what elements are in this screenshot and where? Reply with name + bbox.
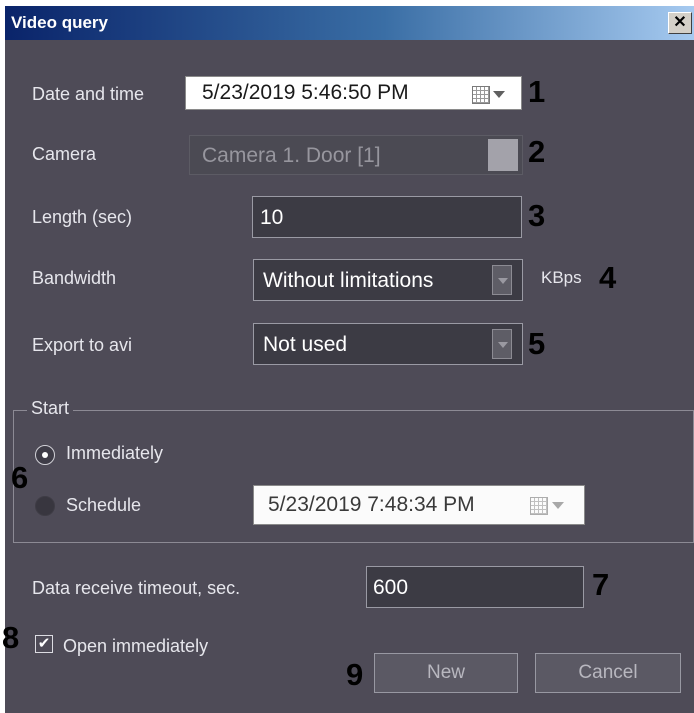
bandwidth-value: Without limitations: [263, 269, 434, 292]
camera-field[interactable]: Camera 1. Door [1]: [189, 135, 523, 175]
new-button[interactable]: New: [374, 653, 518, 693]
length-value: 10: [260, 206, 284, 229]
bandwidth-unit: KBps: [541, 268, 582, 287]
open-immediately-checkbox[interactable]: ✔: [35, 635, 53, 653]
open-immediately-label: Open immediately: [63, 636, 209, 656]
timeout-label: Data receive timeout, sec.: [32, 578, 241, 598]
close-icon: ✕: [673, 14, 687, 31]
cancel-button[interactable]: Cancel: [535, 653, 681, 693]
schedule-date-picker[interactable]: 5/23/2019 7:48:34 PM: [253, 485, 585, 525]
immediately-radio[interactable]: [35, 445, 55, 465]
close-button[interactable]: ✕: [668, 12, 692, 34]
title-bar: Video query ✕: [5, 6, 694, 40]
camera-label: Camera: [32, 144, 97, 164]
date-time-value: 5/23/2019 5:46:50 PM: [202, 81, 409, 104]
schedule-date-value: 5/23/2019 7:48:34 PM: [268, 493, 475, 516]
callout-4: 4: [599, 260, 617, 295]
start-group-label: Start: [27, 398, 74, 419]
export-avi-select[interactable]: Not used: [253, 323, 523, 365]
bandwidth-select[interactable]: Without limitations: [253, 259, 523, 301]
callout-6: 6: [11, 460, 29, 495]
schedule-label: Schedule: [66, 495, 142, 515]
calendar-icon[interactable]: [472, 86, 490, 104]
callout-2: 2: [528, 134, 546, 169]
chevron-down-icon[interactable]: [552, 502, 564, 509]
chevron-down-icon[interactable]: [492, 329, 512, 359]
window-title: Video query: [11, 13, 108, 32]
chevron-down-icon[interactable]: [492, 265, 512, 295]
video-query-dialog: Date and time 5/23/2019 5:46:50 PM 1 Cam…: [2, 40, 694, 713]
calendar-icon[interactable]: [530, 497, 548, 515]
chevron-down-icon[interactable]: [493, 91, 505, 98]
length-label: Length (sec): [32, 207, 133, 227]
timeout-input[interactable]: 600: [366, 566, 584, 608]
timeout-value: 600: [373, 576, 409, 599]
callout-3: 3: [528, 198, 546, 233]
immediately-label: Immediately: [66, 443, 164, 463]
schedule-radio[interactable]: [35, 496, 55, 516]
callout-1: 1: [528, 74, 546, 109]
callout-5: 5: [528, 326, 546, 361]
export-avi-value: Not used: [263, 333, 348, 356]
callout-9: 9: [346, 657, 364, 692]
bandwidth-label: Bandwidth: [32, 268, 117, 288]
camera-value: Camera 1. Door [1]: [202, 144, 381, 167]
export-avi-label: Export to avi: [32, 335, 133, 355]
camera-select-button[interactable]: [488, 139, 518, 171]
date-time-label: Date and time: [32, 84, 145, 104]
callout-7: 7: [592, 567, 610, 602]
date-time-picker[interactable]: 5/23/2019 5:46:50 PM: [185, 76, 522, 110]
length-input[interactable]: 10: [252, 196, 522, 238]
callout-8: 8: [2, 620, 20, 655]
